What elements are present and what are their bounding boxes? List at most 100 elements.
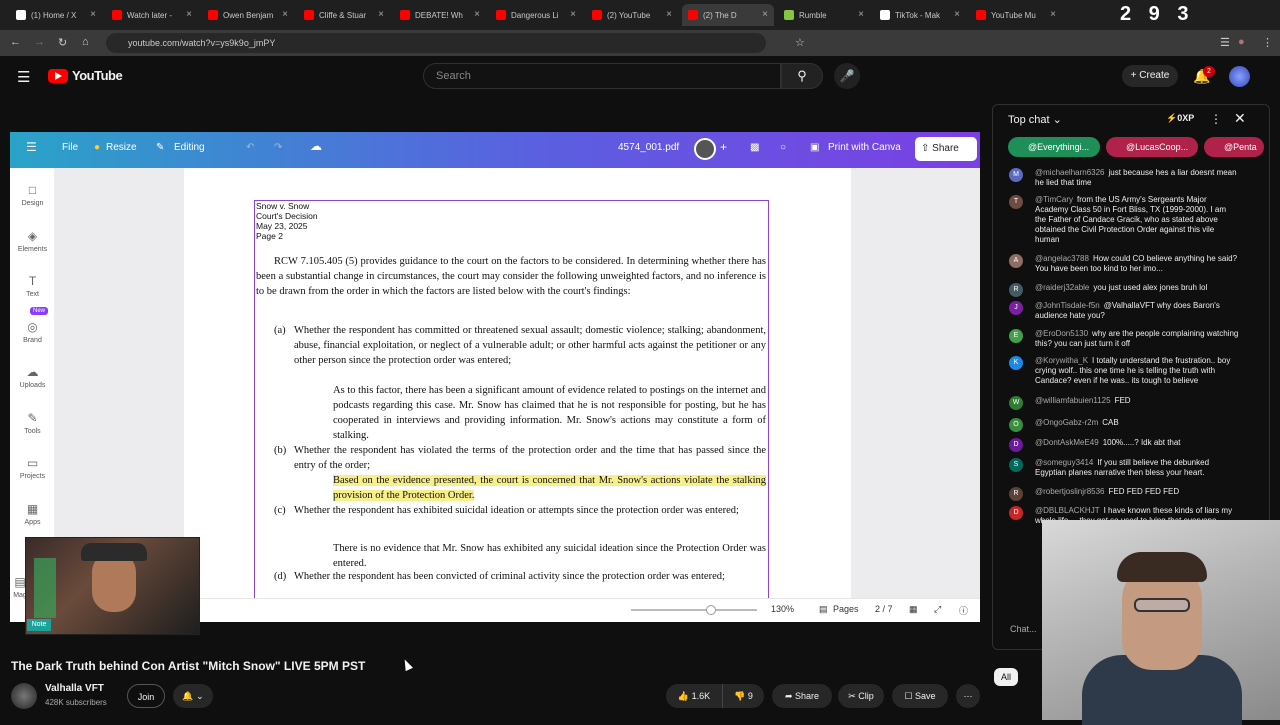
close-tab-icon[interactable]: × (378, 9, 384, 20)
file-menu[interactable]: File (62, 142, 78, 153)
share-video-button[interactable]: ➦ Share (772, 684, 832, 708)
chat-author-name[interactable]: @EroDon5130 (1035, 329, 1088, 338)
grid-view-icon[interactable]: ▦ (909, 604, 918, 615)
canva-sidebar-item[interactable]: ◎ Brand New (10, 306, 55, 344)
browser-tab[interactable]: Dangerous Li × (490, 4, 582, 26)
profile-icon[interactable]: ● (1238, 36, 1245, 48)
search-button[interactable]: ⚲ (781, 63, 823, 89)
canva-sidebar-item[interactable]: ☁ Uploads (10, 365, 55, 389)
fullscreen-icon[interactable]: ⤢ (934, 604, 941, 615)
chat-author-name[interactable]: @raiderj32able (1035, 283, 1089, 292)
dislike-button[interactable]: 👎 9 (722, 684, 764, 708)
chat-author-avatar[interactable]: M (1009, 168, 1023, 182)
chat-author-avatar[interactable]: J (1009, 301, 1023, 315)
chat-author-avatar[interactable]: O (1009, 418, 1023, 432)
zoom-slider-track[interactable] (631, 609, 757, 611)
pages-button[interactable]: Pages (833, 604, 859, 614)
pinned-chip[interactable]: @Everythingi... (1008, 137, 1100, 157)
save-button[interactable]: ☐ Save (892, 684, 948, 708)
cloud-save-icon[interactable]: ☁ (310, 139, 322, 153)
canva-sidebar-item[interactable]: □ Design (10, 183, 55, 207)
chat-options-icon[interactable]: ⋮ (1210, 112, 1222, 126)
chat-author-name[interactable]: @michaelharn6326 (1035, 168, 1105, 177)
chat-author-avatar[interactable]: T (1009, 195, 1023, 209)
url-field[interactable]: youtube.com/watch?v=ys9k9o_jmPY (106, 33, 766, 53)
home-icon[interactable]: ⌂ (82, 36, 89, 48)
chat-author-name[interactable]: @DBLBLACKHJT (1035, 506, 1100, 515)
browser-tab[interactable]: TikTok - Mak × (874, 4, 966, 26)
close-tab-icon[interactable]: × (762, 9, 768, 20)
close-tab-icon[interactable]: × (186, 9, 192, 20)
chat-author-avatar[interactable]: S (1009, 458, 1023, 472)
close-tab-icon[interactable]: × (1050, 9, 1056, 20)
youtube-logo[interactable]: YouTube (48, 68, 123, 83)
close-tab-icon[interactable]: × (570, 9, 576, 20)
comment-icon[interactable]: ○ (780, 142, 786, 153)
redo-icon[interactable]: ↷ (274, 142, 282, 153)
like-button[interactable]: 👍 1.6K (666, 684, 722, 708)
chat-author-name[interactable]: @JohnTisdale-f5n (1035, 301, 1100, 310)
search-input[interactable]: Search (423, 63, 781, 89)
browser-menu-icon[interactable]: ⋮ (1262, 36, 1273, 49)
canva-sidebar-item[interactable]: ◈ Elements (10, 229, 55, 253)
chat-author-name[interactable]: @robertjoslinjr8536 (1035, 487, 1105, 496)
chat-author-avatar[interactable]: D (1009, 438, 1023, 452)
share-button[interactable]: ⇧ Share (915, 137, 977, 161)
browser-tab[interactable]: Owen Benjam × (202, 4, 294, 26)
voice-search-button[interactable]: 🎤 (834, 63, 860, 89)
zoom-level[interactable]: 130% (771, 604, 794, 614)
menu-icon[interactable]: ☰ (17, 68, 30, 86)
browser-tab[interactable]: Cliffe & Stuar × (298, 4, 390, 26)
undo-icon[interactable]: ↶ (246, 142, 254, 153)
zoom-slider-handle[interactable] (706, 605, 716, 615)
close-tab-icon[interactable]: × (666, 9, 672, 20)
help-icon[interactable]: ⓘ (959, 604, 968, 617)
close-tab-icon[interactable]: × (282, 9, 288, 20)
clip-button[interactable]: ✂ Clip (838, 684, 884, 708)
editing-dropdown[interactable]: Editing (174, 142, 205, 153)
chat-author-avatar[interactable]: E (1009, 329, 1023, 343)
close-tab-icon[interactable]: × (90, 9, 96, 20)
canva-sidebar-item[interactable]: ▭ Projects (10, 456, 55, 480)
chat-mode-dropdown[interactable]: Top chat ⌄ (1008, 113, 1062, 126)
bookmark-star-icon[interactable]: ☆ (795, 36, 805, 49)
canva-sidebar-item[interactable]: ✎ Tools (10, 411, 55, 435)
add-collaborator-icon[interactable]: + (720, 140, 727, 154)
close-chat-icon[interactable]: ✕ (1234, 110, 1246, 127)
pinned-chip[interactable]: @Penta (1204, 137, 1264, 157)
chat-author-avatar[interactable]: K (1009, 356, 1023, 370)
chat-author-avatar[interactable]: R (1009, 283, 1023, 297)
chat-author-name[interactable]: @Korywitha_K (1035, 356, 1088, 365)
reload-icon[interactable]: ↻ (58, 36, 67, 49)
canva-menu-icon[interactable]: ☰ (26, 140, 37, 154)
chat-author-name[interactable]: @DontAskMeE49 (1035, 438, 1099, 447)
chat-author-avatar[interactable]: D (1009, 506, 1023, 520)
join-button[interactable]: Join (127, 684, 165, 708)
canva-sidebar-item[interactable]: ▦ Apps (10, 502, 55, 526)
chat-author-name[interactable]: @williamfabuien1125 (1035, 396, 1111, 405)
pinned-chip[interactable]: @LucasCoop... (1106, 137, 1198, 157)
browser-tab[interactable]: Watch later - × (106, 4, 198, 26)
chat-author-name[interactable]: @someguy3414 (1035, 458, 1093, 467)
chat-author-name[interactable]: @angelac3788 (1035, 254, 1089, 263)
channel-avatar[interactable] (11, 683, 37, 709)
chat-author-name[interactable]: @TimCary (1035, 195, 1073, 204)
canva-sidebar-item[interactable]: T Text (10, 274, 55, 298)
browser-tab[interactable]: (2) YouTube × (586, 4, 678, 26)
chat-author-avatar[interactable]: W (1009, 396, 1023, 410)
channel-name[interactable]: Valhalla VFT (45, 683, 104, 694)
forward-icon[interactable]: → (34, 36, 45, 48)
resize-button[interactable]: Resize (106, 142, 137, 153)
create-button[interactable]: + Create (1122, 65, 1178, 87)
print-with-canva-button[interactable]: Print with Canva (828, 142, 901, 153)
browser-tab[interactable]: DEBATE! Wh × (394, 4, 486, 26)
browser-tab[interactable]: (1) Home / X × (10, 4, 102, 26)
chat-author-avatar[interactable]: R (1009, 487, 1023, 501)
close-tab-icon[interactable]: × (954, 9, 960, 20)
more-actions-button[interactable]: ⋯ (956, 684, 980, 708)
xp-badge[interactable]: ⚡0XP (1166, 113, 1194, 124)
analytics-icon[interactable]: ▩ (750, 142, 759, 153)
browser-tab[interactable]: (2) The D × (682, 4, 774, 26)
chat-author-name[interactable]: @OngoGabz-r2m (1035, 418, 1098, 427)
extensions-icon[interactable]: ☰ (1220, 36, 1230, 49)
